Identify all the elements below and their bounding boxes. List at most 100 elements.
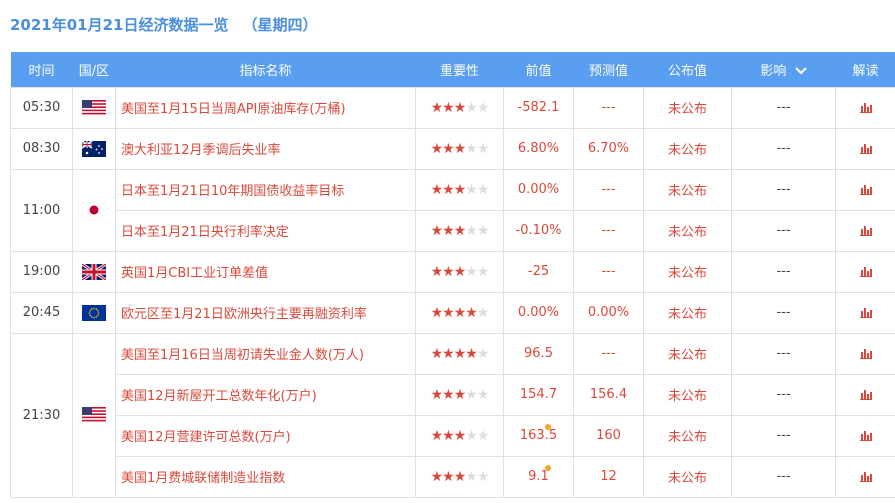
australia-flag-icon	[81, 139, 106, 157]
bar-chart-icon[interactable]	[859, 182, 872, 197]
table-row: 19:00 英国1月CBI工业订单差值 ★★★★★ -25 --- 未公布 ---	[10, 250, 895, 293]
importance-cell: ★★★★★	[415, 127, 504, 170]
event-time: 19:00	[10, 250, 73, 293]
indicator-name[interactable]: 日本至1月21日央行利率决定	[115, 209, 416, 252]
previous-value-cell: 9.1	[503, 455, 574, 498]
importance-cell: ★★★★★	[415, 414, 504, 457]
importance-cell: ★★★★★	[415, 86, 504, 129]
analysis-cell[interactable]	[835, 332, 895, 375]
actual-value: 未公布	[643, 250, 732, 293]
indicator-name[interactable]: 日本至1月21日10年期国债收益率目标	[115, 168, 416, 211]
impact-value: ---	[731, 332, 836, 375]
event-time: 08:30	[10, 127, 73, 170]
col-header-indicator: 指标名称	[239, 63, 292, 79]
impact-value: ---	[731, 414, 836, 457]
importance-cell: ★★★★★	[415, 373, 504, 416]
revision-dot-icon	[545, 464, 551, 471]
table-row: 21:30 美国至1月16日当周初请失业金人数(万人) ★★★★★ 96.5 --- 未公…	[10, 332, 895, 498]
indicator-name[interactable]: 英国1月CBI工业订单差值	[115, 250, 416, 293]
actual-value: 未公布	[643, 332, 732, 375]
bar-chart-icon[interactable]	[859, 264, 872, 279]
indicator-name[interactable]: 美国1月费城联储制造业指数	[115, 455, 416, 498]
analysis-cell[interactable]	[835, 86, 895, 129]
bar-chart-icon[interactable]	[859, 100, 872, 115]
importance-stars: ★★★★★	[430, 222, 490, 239]
indicator-name[interactable]: 美国12月营建许可总数(万户)	[115, 414, 416, 457]
impact-value: ---	[731, 373, 836, 416]
actual-value: 未公布	[643, 86, 732, 129]
bar-chart-icon[interactable]	[859, 428, 872, 443]
chevron-down-icon[interactable]	[794, 67, 807, 75]
bar-chart-icon[interactable]	[859, 387, 872, 402]
event-time: 21:30	[10, 332, 73, 498]
us-flag-icon	[82, 99, 106, 116]
analysis-cell[interactable]	[835, 209, 895, 252]
event-time: 05:30	[10, 86, 73, 129]
country-cell	[72, 168, 116, 252]
importance-cell: ★★★★★	[415, 455, 504, 498]
importance-stars: ★★★★★	[430, 263, 490, 280]
indicator-name[interactable]: 美国12月新屋开工总数年化(万户)	[115, 373, 416, 416]
previous-value-cell: 6.80%	[503, 127, 574, 170]
importance-cell: ★★★★★	[415, 209, 504, 252]
importance-stars: ★★★★★	[430, 345, 490, 362]
country-cell	[72, 127, 116, 170]
page-title: 2021年01月21日经济数据一览	[10, 15, 229, 34]
actual-value: 未公布	[643, 291, 732, 334]
impact-value: ---	[731, 291, 836, 334]
previous-value: 9.1	[528, 469, 549, 484]
analysis-cell[interactable]	[835, 373, 895, 416]
col-header-importance: 重要性	[439, 63, 479, 79]
country-cell	[72, 86, 116, 129]
table-row: 05:30 美国至1月15日当周API原油库存(万桶) ★★★★★ -582.1 ---…	[10, 86, 895, 129]
actual-value: 未公布	[643, 168, 732, 211]
table-row: 美国12月营建许可总数(万户) ★★★★★ 163.5 160 未公布 ---	[11, 414, 895, 457]
bar-chart-icon[interactable]	[859, 346, 872, 361]
table-row: 日本至1月21日央行利率决定 ★★★★★ -0.10% --- 未公布 ---	[11, 209, 895, 252]
importance-cell: ★★★★★	[415, 332, 504, 375]
previous-value: 0.00%	[517, 182, 560, 197]
importance-cell: ★★★★★	[415, 250, 504, 293]
previous-value-cell: -0.10%	[503, 209, 574, 252]
actual-value: 未公布	[643, 373, 732, 416]
forecast-value: ---	[573, 209, 644, 252]
eu-flag-icon	[82, 304, 106, 321]
analysis-cell[interactable]	[835, 250, 895, 293]
bar-chart-icon[interactable]	[859, 223, 872, 238]
previous-value: 154.7	[519, 387, 558, 402]
revision-dot-icon	[545, 423, 551, 430]
actual-value: 未公布	[643, 455, 732, 498]
indicator-name[interactable]: 欧元区至1月21日欧洲央行主要再融资利率	[115, 291, 416, 334]
country-cell	[72, 250, 116, 293]
forecast-value: 0.00%	[573, 291, 644, 334]
previous-value: 163.5	[519, 428, 558, 443]
col-header-previous: 前值	[525, 63, 552, 79]
event-time: 11:00	[10, 168, 73, 252]
impact-value: ---	[731, 168, 836, 211]
col-header-impact[interactable]: 影响	[732, 52, 836, 87]
bar-chart-icon[interactable]	[859, 469, 872, 484]
impact-value: ---	[731, 250, 836, 293]
analysis-cell[interactable]	[835, 455, 895, 498]
previous-value: 96.5	[524, 346, 553, 361]
analysis-cell[interactable]	[835, 127, 895, 170]
bar-chart-icon[interactable]	[859, 141, 872, 156]
impact-value: ---	[731, 86, 836, 129]
indicator-name[interactable]: 澳大利亚12月季调后失业率	[115, 127, 416, 170]
table-row: 08:30 澳大利亚12月季调后失业率 ★★★★★ 6.80% 6.70% 未公布 ---	[10, 127, 895, 170]
analysis-cell[interactable]	[835, 291, 895, 334]
analysis-cell[interactable]	[835, 414, 895, 457]
analysis-cell[interactable]	[835, 168, 895, 211]
bar-chart-icon[interactable]	[859, 305, 872, 320]
indicator-name[interactable]: 美国至1月16日当周初请失业金人数(万人)	[115, 332, 416, 375]
previous-value-cell: -582.1	[503, 86, 574, 129]
table-row: 美国1月费城联储制造业指数 ★★★★★ 9.1 12 未公布 ---	[11, 455, 895, 498]
forecast-value: ---	[573, 332, 644, 375]
uk-flag-icon	[81, 262, 107, 281]
indicator-name[interactable]: 美国至1月15日当周API原油库存(万桶)	[115, 86, 416, 129]
table-row: 20:45 欧元区至1月21日欧洲央行主要再融资利率 ★★★★★ 0.00% 0.00%…	[10, 291, 895, 334]
col-header-forecast: 预测值	[588, 63, 628, 79]
table-row: 美国12月新屋开工总数年化(万户) ★★★★★ 154.7 156.4 未公布 ---	[11, 373, 895, 416]
impact-header-label: 影响	[760, 63, 787, 79]
forecast-value: ---	[573, 86, 644, 129]
